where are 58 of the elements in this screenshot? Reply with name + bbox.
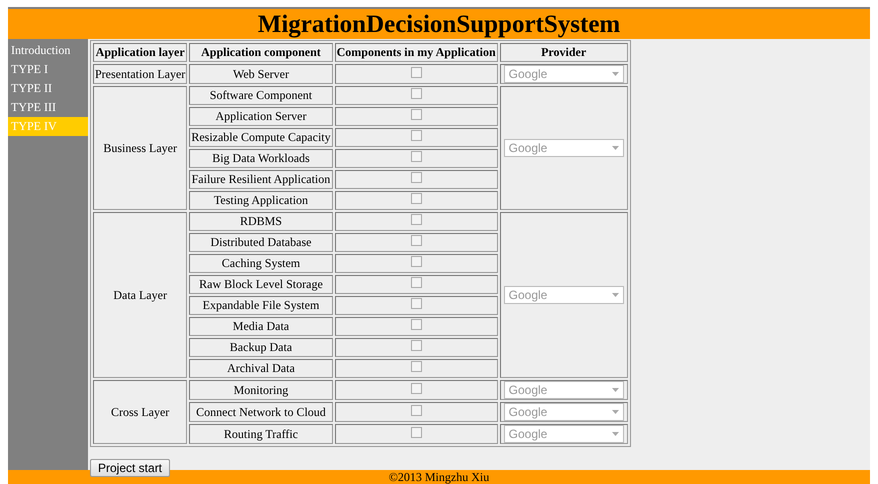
checkbox[interactable] bbox=[410, 214, 422, 225]
table-cell: Data Layer bbox=[93, 212, 188, 378]
checkbox[interactable] bbox=[410, 319, 422, 330]
checkbox[interactable] bbox=[410, 256, 422, 267]
sidebar-item[interactable]: Introduction bbox=[8, 41, 88, 60]
checkbox[interactable] bbox=[410, 277, 422, 288]
table-cell: Resizable Compute Capacity bbox=[189, 128, 333, 147]
checkbox[interactable] bbox=[410, 426, 422, 438]
checkbox[interactable] bbox=[410, 235, 422, 246]
column-header: Provider bbox=[500, 43, 628, 62]
table-cell: Raw Block Level Storage bbox=[189, 275, 333, 294]
table-cell: Presentation Layer bbox=[93, 64, 188, 84]
checkbox[interactable] bbox=[410, 172, 422, 183]
checkbox[interactable] bbox=[410, 151, 422, 162]
sidebar-item[interactable]: TYPE III bbox=[8, 98, 88, 117]
checkbox[interactable] bbox=[410, 361, 422, 372]
caret-icon bbox=[612, 146, 619, 150]
table-cell: Big Data Workloads bbox=[189, 149, 333, 168]
table-cell: Monitoring bbox=[189, 380, 333, 400]
caret-icon bbox=[612, 388, 619, 392]
column-header: Application layer bbox=[93, 43, 188, 62]
copyright-text: ©2013 Mingzhu Xiu bbox=[388, 470, 490, 484]
caret-icon bbox=[612, 72, 619, 76]
project-start-button[interactable]: Project start bbox=[90, 459, 170, 477]
table-cell: Cross Layer bbox=[93, 380, 188, 444]
caret-icon bbox=[612, 432, 619, 436]
checkbox[interactable] bbox=[410, 193, 422, 204]
checkbox[interactable] bbox=[410, 109, 422, 120]
column-header: Components in my Application bbox=[334, 43, 498, 62]
sidebar-item[interactable]: TYPE IV bbox=[8, 117, 88, 136]
checkbox[interactable] bbox=[410, 298, 422, 309]
table-cell: Routing Traffic bbox=[189, 424, 333, 444]
page-title: MigrationDecisionSupportSystem bbox=[258, 12, 620, 36]
column-header: Application component bbox=[189, 43, 333, 62]
sidebar-item[interactable]: TYPE II bbox=[8, 79, 88, 98]
checkbox[interactable] bbox=[410, 66, 422, 78]
sidebar-item[interactable]: TYPE I bbox=[8, 60, 88, 79]
checkbox[interactable] bbox=[410, 382, 422, 394]
caret-icon bbox=[612, 410, 619, 414]
table-cell: Archival Data bbox=[189, 359, 333, 378]
checkbox[interactable] bbox=[410, 340, 422, 351]
table-cell: Software Component bbox=[189, 86, 333, 105]
table-cell: Backup Data bbox=[189, 338, 333, 357]
table-cell: Connect Network to Cloud bbox=[189, 402, 333, 422]
table-cell: Testing Application bbox=[189, 191, 333, 210]
table-cell: Failure Resilient Application bbox=[189, 170, 333, 189]
table-cell: Distributed Database bbox=[189, 233, 333, 252]
checkbox[interactable] bbox=[410, 404, 422, 416]
table-cell: Caching System bbox=[189, 254, 333, 273]
table-cell: Business Layer bbox=[93, 86, 188, 210]
table-cell: Application Server bbox=[189, 107, 333, 126]
table-cell: RDBMS bbox=[189, 212, 333, 231]
table-cell: Web Server bbox=[189, 64, 333, 84]
caret-icon bbox=[612, 293, 619, 297]
table-cell: Media Data bbox=[189, 317, 333, 336]
table-cell: Expandable File System bbox=[189, 296, 333, 315]
checkbox[interactable] bbox=[410, 130, 422, 141]
checkbox[interactable] bbox=[410, 88, 422, 99]
